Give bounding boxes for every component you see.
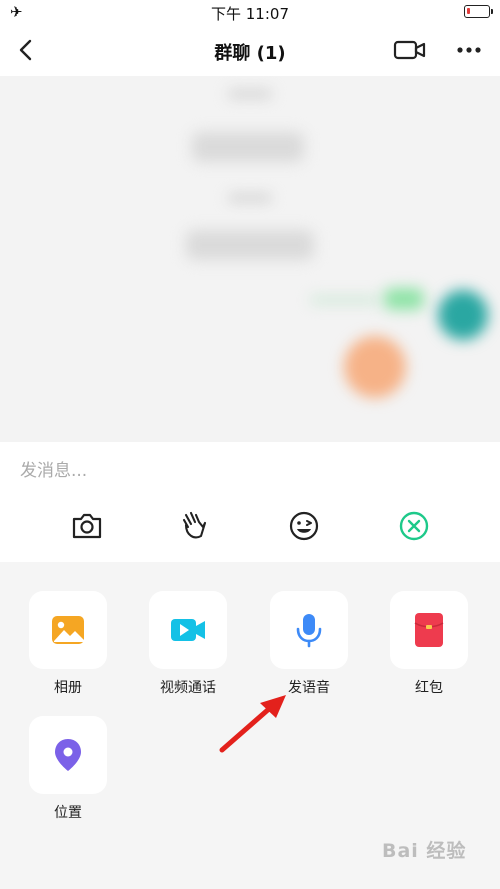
emoji-wink-icon — [289, 511, 319, 541]
more-button[interactable] — [454, 38, 484, 62]
status-bar: ✈ 下午 11:07 — [0, 0, 500, 24]
app-tile — [149, 591, 227, 669]
wave-hand-button[interactable] — [177, 508, 213, 544]
blurred-system-message — [192, 132, 304, 162]
app-tile — [270, 591, 348, 669]
app-tile — [29, 591, 107, 669]
blurred-timestamp — [228, 194, 272, 202]
blurred-sticker — [344, 336, 406, 398]
red-envelope-icon — [414, 613, 444, 647]
message-input[interactable]: 发消息... — [0, 442, 500, 492]
video-call-icon — [171, 619, 205, 641]
app-album[interactable]: 相册 — [18, 591, 118, 697]
app-label: 位置 — [54, 805, 82, 821]
app-location[interactable]: 位置 — [18, 716, 118, 822]
blurred-message-bubble — [384, 288, 424, 310]
app-tile — [29, 716, 107, 794]
video-call-button[interactable] — [393, 38, 427, 62]
watermark: Bai 经验 — [382, 840, 467, 862]
close-circle-icon — [399, 511, 429, 541]
app-tile — [390, 591, 468, 669]
waving-hand-icon — [182, 511, 207, 539]
app-voice-message[interactable]: 发语音 — [259, 591, 359, 697]
location-pin-icon — [55, 739, 81, 771]
status-time: 下午 11:07 — [211, 5, 289, 23]
chat-history — [0, 76, 500, 442]
photo-album-icon — [52, 616, 84, 644]
app-red-envelope[interactable]: 红包 — [379, 591, 479, 697]
camera-icon — [72, 513, 102, 539]
blurred-system-message — [186, 230, 314, 260]
video-camera-icon — [393, 40, 426, 60]
battery-icon — [464, 5, 493, 18]
nav-bar: 群聊 (1) — [0, 24, 500, 76]
input-toolbar — [0, 492, 500, 562]
annotation-arrow — [219, 695, 286, 753]
more-dots-icon — [457, 47, 481, 53]
microphone-icon — [296, 614, 322, 648]
app-label: 相册 — [54, 680, 82, 696]
message-input-placeholder: 发消息... — [20, 461, 88, 481]
app-video-call[interactable]: 视频通话 — [138, 591, 238, 697]
emoji-button[interactable] — [286, 508, 322, 544]
app-label: 红包 — [415, 680, 443, 696]
blurred-timestamp — [228, 90, 272, 98]
blurred-message-text — [310, 296, 380, 304]
avatar — [438, 290, 488, 340]
close-panel-button[interactable] — [396, 508, 432, 544]
camera-button[interactable] — [69, 508, 105, 544]
